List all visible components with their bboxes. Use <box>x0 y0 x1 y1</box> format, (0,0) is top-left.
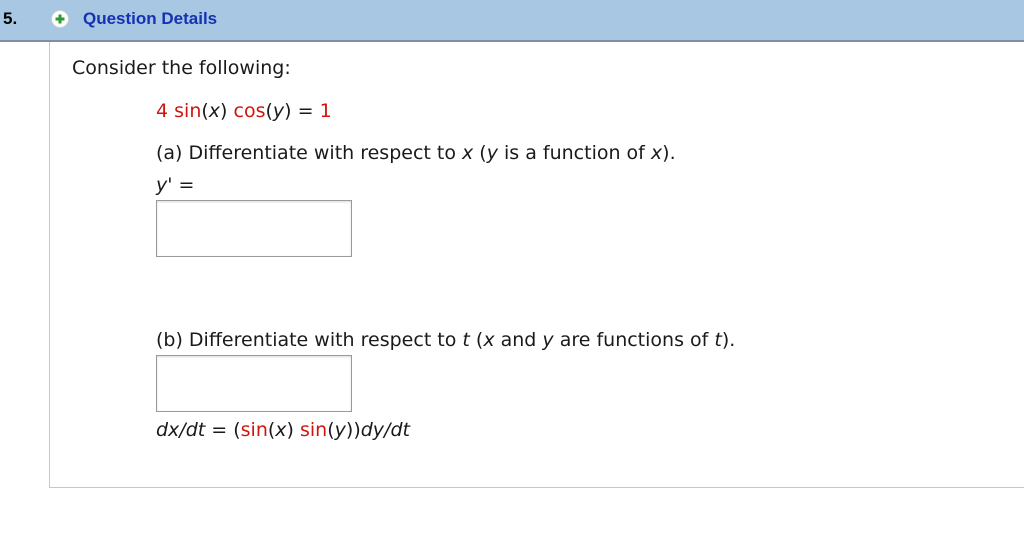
equation-rhs: 1 <box>319 100 332 122</box>
part-b-answer-input[interactable] <box>156 355 352 412</box>
result-paren: ) <box>286 419 300 441</box>
part-b-prompt: (b) Differentiate with respect to t (x a… <box>156 329 735 351</box>
equation-sin: sin <box>174 100 202 122</box>
part-b-var: y <box>542 329 554 351</box>
result-equals: = ( <box>205 419 241 441</box>
equation-var-x: x <box>208 100 221 122</box>
question-number: 5. <box>3 9 18 28</box>
part-a-var: x <box>462 142 474 164</box>
result-var-x: x <box>275 419 287 441</box>
part-a-text: ). <box>662 142 676 164</box>
equals-label: = <box>172 174 195 196</box>
result-sin-2: sin <box>300 419 328 441</box>
question-header-bar: 5. Question Details <box>0 0 1024 42</box>
part-b-text: and <box>494 329 543 351</box>
equation: 4 sin(x) cos(y) = 1 <box>156 100 332 122</box>
part-b-text: are functions of <box>553 329 715 351</box>
part-a-prompt: (a) Differentiate with respect to x (y i… <box>156 142 676 164</box>
part-a-answer-label: y' = <box>156 174 194 196</box>
part-b-var: t <box>714 329 722 351</box>
part-b-text: ). <box>721 329 736 351</box>
equation-coefficient: 4 <box>156 100 175 122</box>
part-a-text: is a function of <box>497 142 651 164</box>
y-prime-label: y' <box>156 174 173 196</box>
question-details-link[interactable]: Question Details <box>83 9 217 29</box>
equation-close2: ) <box>284 100 292 122</box>
equation-close: ) <box>220 100 234 122</box>
result-var-y: y <box>334 419 346 441</box>
question-intro: Consider the following: <box>72 57 291 79</box>
equation-open2: ( <box>265 100 273 122</box>
part-a-text: ( <box>473 142 487 164</box>
result-sin-1: sin <box>240 419 268 441</box>
plus-circle-icon[interactable] <box>51 10 69 28</box>
part-b-text: ( <box>469 329 484 351</box>
part-b-result: dx/dt = (sin(x) sin(y))dy/dt <box>156 419 410 441</box>
equation-equals: = <box>291 100 320 122</box>
equation-open: ( <box>201 100 209 122</box>
equation-cos: cos <box>233 100 266 122</box>
part-b-text: (b) Differentiate with respect to <box>156 329 463 351</box>
part-b-var: x <box>483 329 495 351</box>
part-a-var: y <box>486 142 498 164</box>
part-a-text: (a) Differentiate with respect to <box>156 142 463 164</box>
result-paren: ( <box>327 419 335 441</box>
part-b-var: t <box>462 329 470 351</box>
dx-dt: dx/dt <box>156 419 206 441</box>
result-paren: )) <box>345 419 361 441</box>
part-a-var: x <box>650 142 663 164</box>
dy-dt: dy/dt <box>360 419 410 441</box>
part-a-answer-input[interactable] <box>156 200 352 257</box>
equation-var-y: y <box>272 100 285 122</box>
